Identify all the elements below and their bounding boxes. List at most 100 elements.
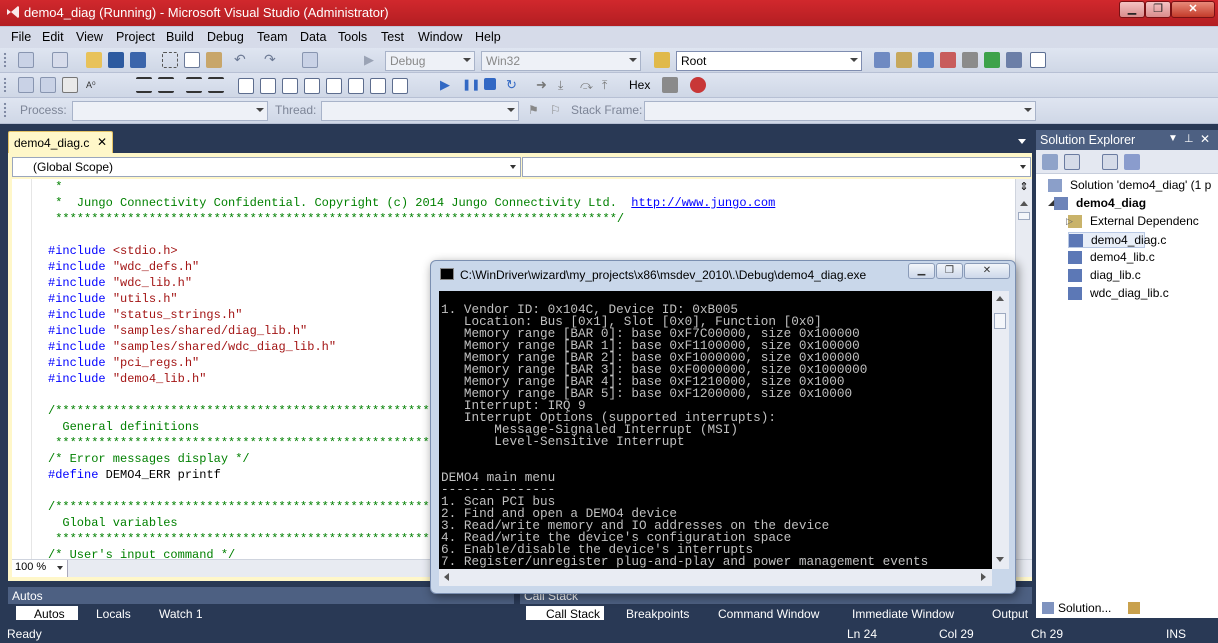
toolbar-grip[interactable] [3, 102, 7, 119]
solution-node[interactable]: Solution 'demo4_diag' (1 p [1048, 178, 1211, 192]
copy-icon[interactable] [184, 52, 200, 68]
next-bookmark-folder-icon[interactable] [326, 78, 342, 94]
hex-display-toggle[interactable]: Hex [629, 78, 650, 92]
zoom-combo[interactable]: 100 % [12, 560, 68, 577]
refresh-icon[interactable] [1102, 154, 1118, 170]
scroll-right-arrow[interactable] [981, 573, 986, 581]
menu-item-team[interactable]: Team [257, 30, 288, 44]
tab-solution-explorer[interactable]: Solution... [1038, 598, 1122, 618]
previous-bookmark-icon[interactable] [260, 78, 276, 94]
tab-command-window[interactable]: Command Window [698, 606, 830, 620]
scope-combo[interactable]: (Global Scope) [12, 157, 521, 177]
toggle-bookmark-icon[interactable] [238, 78, 254, 94]
properties-icon[interactable] [1042, 154, 1058, 170]
menu-item-debug[interactable]: Debug [207, 30, 244, 44]
tab-locals[interactable]: Locals [78, 606, 140, 620]
object-browser-icon[interactable] [918, 52, 934, 68]
paste-icon[interactable] [206, 52, 222, 68]
menu-item-window[interactable]: Window [418, 30, 462, 44]
parameter-info-icon[interactable] [40, 77, 56, 93]
file-node[interactable]: demo4_diag.c [1068, 232, 1166, 248]
toggle-current-thread-flag-icon[interactable]: ⚑ [528, 103, 544, 119]
menu-item-data[interactable]: Data [300, 30, 326, 44]
complete-word-icon[interactable]: A⁰ [86, 77, 102, 93]
file-node[interactable]: External Dependenc [1068, 214, 1199, 228]
start-debugging-icon[interactable]: ▶ [364, 52, 380, 68]
jungo-url-link[interactable]: http://www.jungo.com [631, 196, 775, 210]
uncomment-icon[interactable] [208, 77, 224, 93]
add-item-icon[interactable] [52, 52, 68, 68]
save-all-icon[interactable] [130, 52, 146, 68]
team-explorer-icon[interactable] [1006, 52, 1022, 68]
toolbar-grip[interactable] [3, 52, 7, 69]
stack-frame-combo[interactable] [644, 101, 1036, 121]
panel-menu-icon[interactable]: ▼ [1168, 133, 1178, 144]
menu-item-tools[interactable]: Tools [338, 30, 367, 44]
menu-item-build[interactable]: Build [166, 30, 194, 44]
document-tab[interactable]: demo4_diag.c ✕ [8, 131, 113, 153]
clear-bookmarks-icon[interactable] [392, 78, 408, 94]
menu-item-edit[interactable]: Edit [42, 30, 64, 44]
collapsed-triangle-icon[interactable]: ▷ [1066, 216, 1073, 227]
scroll-left-arrow[interactable] [444, 573, 449, 581]
toolbar-grip[interactable] [3, 77, 7, 94]
start-page-icon[interactable] [984, 52, 1000, 68]
tab-breakpoints[interactable]: Breakpoints [606, 606, 696, 620]
member-combo[interactable] [522, 157, 1031, 177]
cut-icon[interactable] [162, 52, 178, 68]
tab-watch-1[interactable]: Watch 1 [141, 606, 211, 620]
next-bookmark-document-icon[interactable] [370, 78, 386, 94]
step-out-icon[interactable]: ⤒ [602, 77, 618, 93]
console-output[interactable]: 1. Vendor ID: 0x104C, Device ID: 0xB005 … [439, 291, 992, 569]
scroll-up-arrow[interactable] [1020, 201, 1028, 206]
scrollbar-thumb[interactable] [994, 313, 1006, 329]
increase-indent-icon[interactable] [158, 77, 174, 93]
open-file-icon[interactable] [86, 52, 102, 68]
file-node[interactable]: demo4_lib.c [1068, 250, 1155, 264]
break-all-icon[interactable]: ❚❚ [462, 77, 480, 93]
editor-gutter[interactable] [12, 179, 32, 559]
console-close-button[interactable]: ✕ [964, 263, 1010, 279]
find-combo[interactable]: Root [676, 51, 862, 71]
extension-manager-icon[interactable] [962, 52, 978, 68]
undo-icon[interactable]: ↶ [234, 52, 250, 68]
file-node[interactable]: wdc_diag_lib.c [1068, 286, 1169, 300]
menu-item-file[interactable]: File [11, 30, 31, 44]
quick-info-icon[interactable] [62, 77, 78, 93]
breakpoints-window-icon[interactable] [662, 77, 678, 93]
maximize-button[interactable]: ❐ [1145, 1, 1171, 18]
restart-icon[interactable]: ↻ [506, 77, 522, 93]
console-minimize-button[interactable]: ▁ [908, 263, 935, 279]
solution-platform-combo[interactable]: Win32 [481, 51, 641, 71]
menu-item-view[interactable]: View [76, 30, 103, 44]
tab-call-stack[interactable]: Call Stack [526, 606, 604, 620]
previous-bookmark-document-icon[interactable] [348, 78, 364, 94]
step-into-icon[interactable]: ⤓ [558, 77, 574, 93]
toolbox-icon[interactable] [940, 52, 956, 68]
console-vertical-scrollbar[interactable] [992, 291, 1009, 569]
file-node[interactable]: diag_lib.c [1068, 268, 1141, 282]
solution-explorer-toolbar-icon[interactable] [874, 52, 890, 68]
command-window-icon[interactable] [1030, 52, 1046, 68]
next-bookmark-icon[interactable] [282, 78, 298, 94]
tab-team-explorer[interactable]: Team Ex... [1124, 598, 1218, 618]
process-combo[interactable] [72, 101, 268, 121]
menu-item-project[interactable]: Project [116, 30, 155, 44]
thread-combo[interactable] [321, 101, 519, 121]
comment-out-icon[interactable] [186, 77, 202, 93]
save-icon[interactable] [108, 52, 124, 68]
console-horizontal-scrollbar[interactable] [439, 569, 992, 586]
close-button[interactable]: ✕ [1171, 1, 1215, 18]
redo-icon[interactable]: ↷ [264, 52, 280, 68]
scroll-down-arrow[interactable] [996, 557, 1004, 562]
properties-icon[interactable] [896, 52, 912, 68]
navigate-backward-icon[interactable] [302, 52, 318, 68]
scrollbar-thumb[interactable] [1018, 212, 1030, 220]
scroll-up-arrow[interactable] [996, 296, 1004, 301]
solution-configuration-combo[interactable]: Debug [385, 51, 475, 71]
continue-icon[interactable]: ▶ [440, 77, 456, 93]
close-tab-icon[interactable]: ✕ [97, 135, 107, 149]
project-node[interactable]: demo4_diag [1054, 196, 1146, 210]
editor-vertical-scrollbar[interactable]: ⇕ [1015, 179, 1032, 559]
tab-immediate-window[interactable]: Immediate Window [832, 606, 970, 620]
